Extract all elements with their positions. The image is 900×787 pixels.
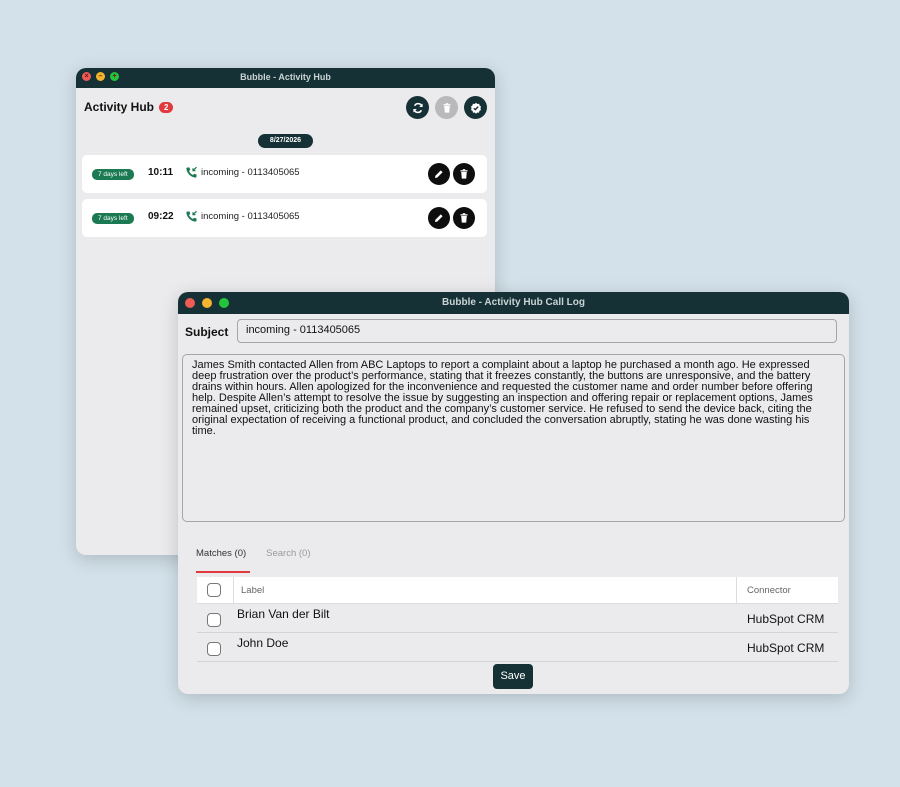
edit-icon — [435, 214, 443, 222]
trash-icon — [443, 102, 450, 113]
connector-name: HubSpot CRM — [747, 641, 825, 655]
subject-label: Subject — [185, 325, 229, 339]
row-checkbox[interactable] — [207, 642, 221, 656]
page-title: Activity Hub — [84, 100, 155, 114]
incoming-call-icon — [186, 210, 197, 222]
connector-name: HubSpot CRM — [747, 612, 825, 626]
activity-row[interactable]: 7 days left 10:11 incoming - 0113405065 — [82, 155, 487, 193]
column-divider — [736, 577, 737, 603]
days-left-badge: 7 days left — [92, 169, 134, 180]
delete-button[interactable] — [453, 207, 475, 229]
save-button[interactable]: Save — [493, 664, 533, 689]
count-badge: 2 — [159, 101, 174, 113]
matches-table: Label Connector Brian Van der Bilt HubSp… — [197, 577, 838, 662]
tab-search[interactable]: Search (0) — [266, 548, 310, 559]
edit-button[interactable] — [428, 207, 450, 229]
edit-button[interactable] — [428, 163, 450, 185]
hub-actions — [406, 96, 487, 119]
minimize-window-button[interactable]: – — [96, 72, 105, 81]
contact-name: John Doe — [237, 636, 289, 650]
contact-name: Brian Van der Bilt — [237, 607, 330, 621]
tab-bar: Matches (0) Search (0) — [196, 548, 311, 559]
window-title: Bubble - Activity Hub Call Log — [442, 297, 585, 308]
table-header: Label Connector — [197, 577, 838, 604]
delete-button[interactable] — [453, 163, 475, 185]
titlebar: Bubble - Activity Hub Call Log — [178, 292, 849, 314]
column-header-connector: Connector — [747, 585, 791, 596]
activity-time: 10:11 — [148, 167, 174, 178]
activity-row[interactable]: 7 days left 09:22 incoming - 0113405065 — [82, 199, 487, 237]
table-row[interactable]: John Doe HubSpot CRM — [197, 633, 838, 662]
select-all-checkbox[interactable] — [207, 583, 221, 597]
refresh-button[interactable] — [406, 96, 429, 119]
hub-header: Activity Hub 2 — [84, 100, 174, 114]
activity-time: 09:22 — [148, 211, 174, 222]
activity-subject: incoming - 0113405065 — [201, 211, 300, 222]
zoom-window-button[interactable] — [219, 298, 229, 308]
titlebar: × – + Bubble - Activity Hub — [76, 68, 495, 88]
delete-all-button[interactable] — [435, 96, 458, 119]
row-checkbox[interactable] — [207, 613, 221, 627]
incoming-call-icon — [186, 166, 197, 178]
close-window-button[interactable]: × — [82, 72, 91, 81]
complete-all-button[interactable] — [464, 96, 487, 119]
call-log-window: Bubble - Activity Hub Call Log Subject i… — [178, 292, 849, 694]
minimize-window-button[interactable] — [202, 298, 212, 308]
zoom-window-button[interactable]: + — [110, 72, 119, 81]
notes-textarea[interactable]: James Smith contacted Allen from ABC Lap… — [182, 354, 845, 522]
table-row[interactable]: Brian Van der Bilt HubSpot CRM — [197, 604, 838, 633]
trash-icon — [460, 169, 468, 179]
edit-icon — [435, 170, 443, 178]
close-window-button[interactable] — [185, 298, 195, 308]
window-title: Bubble - Activity Hub — [240, 72, 331, 82]
column-divider — [233, 577, 234, 603]
trash-icon — [460, 213, 468, 223]
date-pill: 8/27/2026 — [258, 134, 313, 148]
subject-input[interactable]: incoming - 0113405065 — [237, 319, 837, 343]
active-tab-indicator — [196, 571, 250, 573]
tab-matches[interactable]: Matches (0) — [196, 548, 246, 559]
check-icon — [470, 102, 481, 114]
activity-subject: incoming - 0113405065 — [201, 167, 300, 178]
refresh-icon — [412, 102, 423, 113]
days-left-badge: 7 days left — [92, 213, 134, 224]
column-header-label: Label — [241, 585, 265, 596]
